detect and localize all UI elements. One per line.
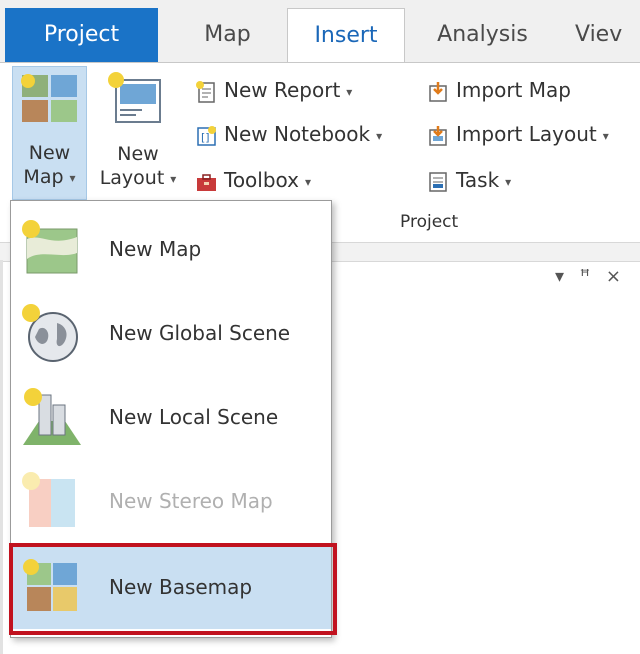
new-layout-label-line2: Layout [99,167,165,189]
new-report-label: New Report [224,78,341,102]
toolbox-label: Toolbox [224,168,299,192]
tab-analysis[interactable]: Analysis [410,8,555,62]
menu-item-label: New Map [109,237,202,261]
import-layout-label: Import Layout [456,122,597,146]
close-icon[interactable]: × [606,266,621,287]
new-map-button[interactable]: New Map ▾ [12,66,87,200]
new-map-dropdown-menu: New Map New Global Scene New Local Scene… [9,200,337,638]
chevron-down-icon: ▾ [602,128,609,143]
ribbon-tab-bar: Project Map Insert Analysis Viev [0,0,640,64]
pin-icon[interactable]: ꟸ [580,266,590,287]
menu-item-label: New Local Scene [109,405,279,429]
menu-item-new-basemap[interactable]: New Basemap [9,543,337,635]
toolbox-button[interactable]: Toolbox ▾ [194,162,311,198]
pane-controls: ▾ ꟸ × [555,266,631,287]
new-notebook-button[interactable]: [] New Notebook ▾ [194,116,382,152]
task-label: Task [456,168,500,192]
menu-item-new-map[interactable]: New Map [11,207,331,291]
ribbon-group-label-project: Project [400,212,459,232]
import-layout-button[interactable]: Import Layout ▾ [426,116,609,152]
new-map-label-line1: New [28,142,71,164]
menu-item-label: New Stereo Map [109,489,273,513]
chevron-down-icon: ▾ [505,174,512,189]
new-map-icon [22,220,78,274]
import-map-label: Import Map [456,78,571,102]
tab-project[interactable]: Project [5,8,158,62]
new-map-label-line2: Map [23,166,64,188]
new-layout-icon [108,72,161,123]
menu-item-new-local-scene[interactable]: New Local Scene [11,375,331,459]
chevron-down-icon: ▾ [346,84,353,99]
new-report-button[interactable]: New Report ▾ [194,72,352,108]
tab-map[interactable]: Map [170,8,285,62]
basemap-icon [23,559,77,611]
svg-text:[]: [] [201,131,210,144]
new-layout-button[interactable]: New Layout ▾ [92,66,184,200]
new-notebook-label: New Notebook [224,122,371,146]
tab-insert[interactable]: Insert [287,8,405,64]
chevron-down-icon: ▾ [170,171,177,186]
notebook-icon: [] [197,125,216,146]
chevron-down-icon: ▾ [69,170,76,185]
new-map-icon [21,74,77,122]
local-scene-icon [23,388,81,445]
menu-item-label: New Basemap [109,575,253,599]
left-pane-edge [0,260,3,654]
menu-item-new-global-scene[interactable]: New Global Scene [11,291,331,375]
stereo-map-icon [22,472,75,527]
import-map-icon [429,81,447,102]
import-map-button[interactable]: Import Map [426,72,571,108]
chevron-down-icon: ▾ [305,174,312,189]
pane-menu-icon[interactable]: ▾ [555,266,564,287]
globe-icon [22,304,78,362]
chevron-down-icon: ▾ [376,128,383,143]
task-icon [429,171,447,192]
new-layout-label-line1: New [117,143,159,165]
tab-view[interactable]: Viev [575,8,640,62]
toolbox-icon [197,173,216,191]
task-button[interactable]: Task ▾ [426,162,511,198]
import-layout-icon [429,125,447,146]
menu-item-label: New Global Scene [109,321,291,345]
report-icon [196,80,215,103]
menu-item-new-stereo-map[interactable]: New Stereo Map [11,459,331,543]
